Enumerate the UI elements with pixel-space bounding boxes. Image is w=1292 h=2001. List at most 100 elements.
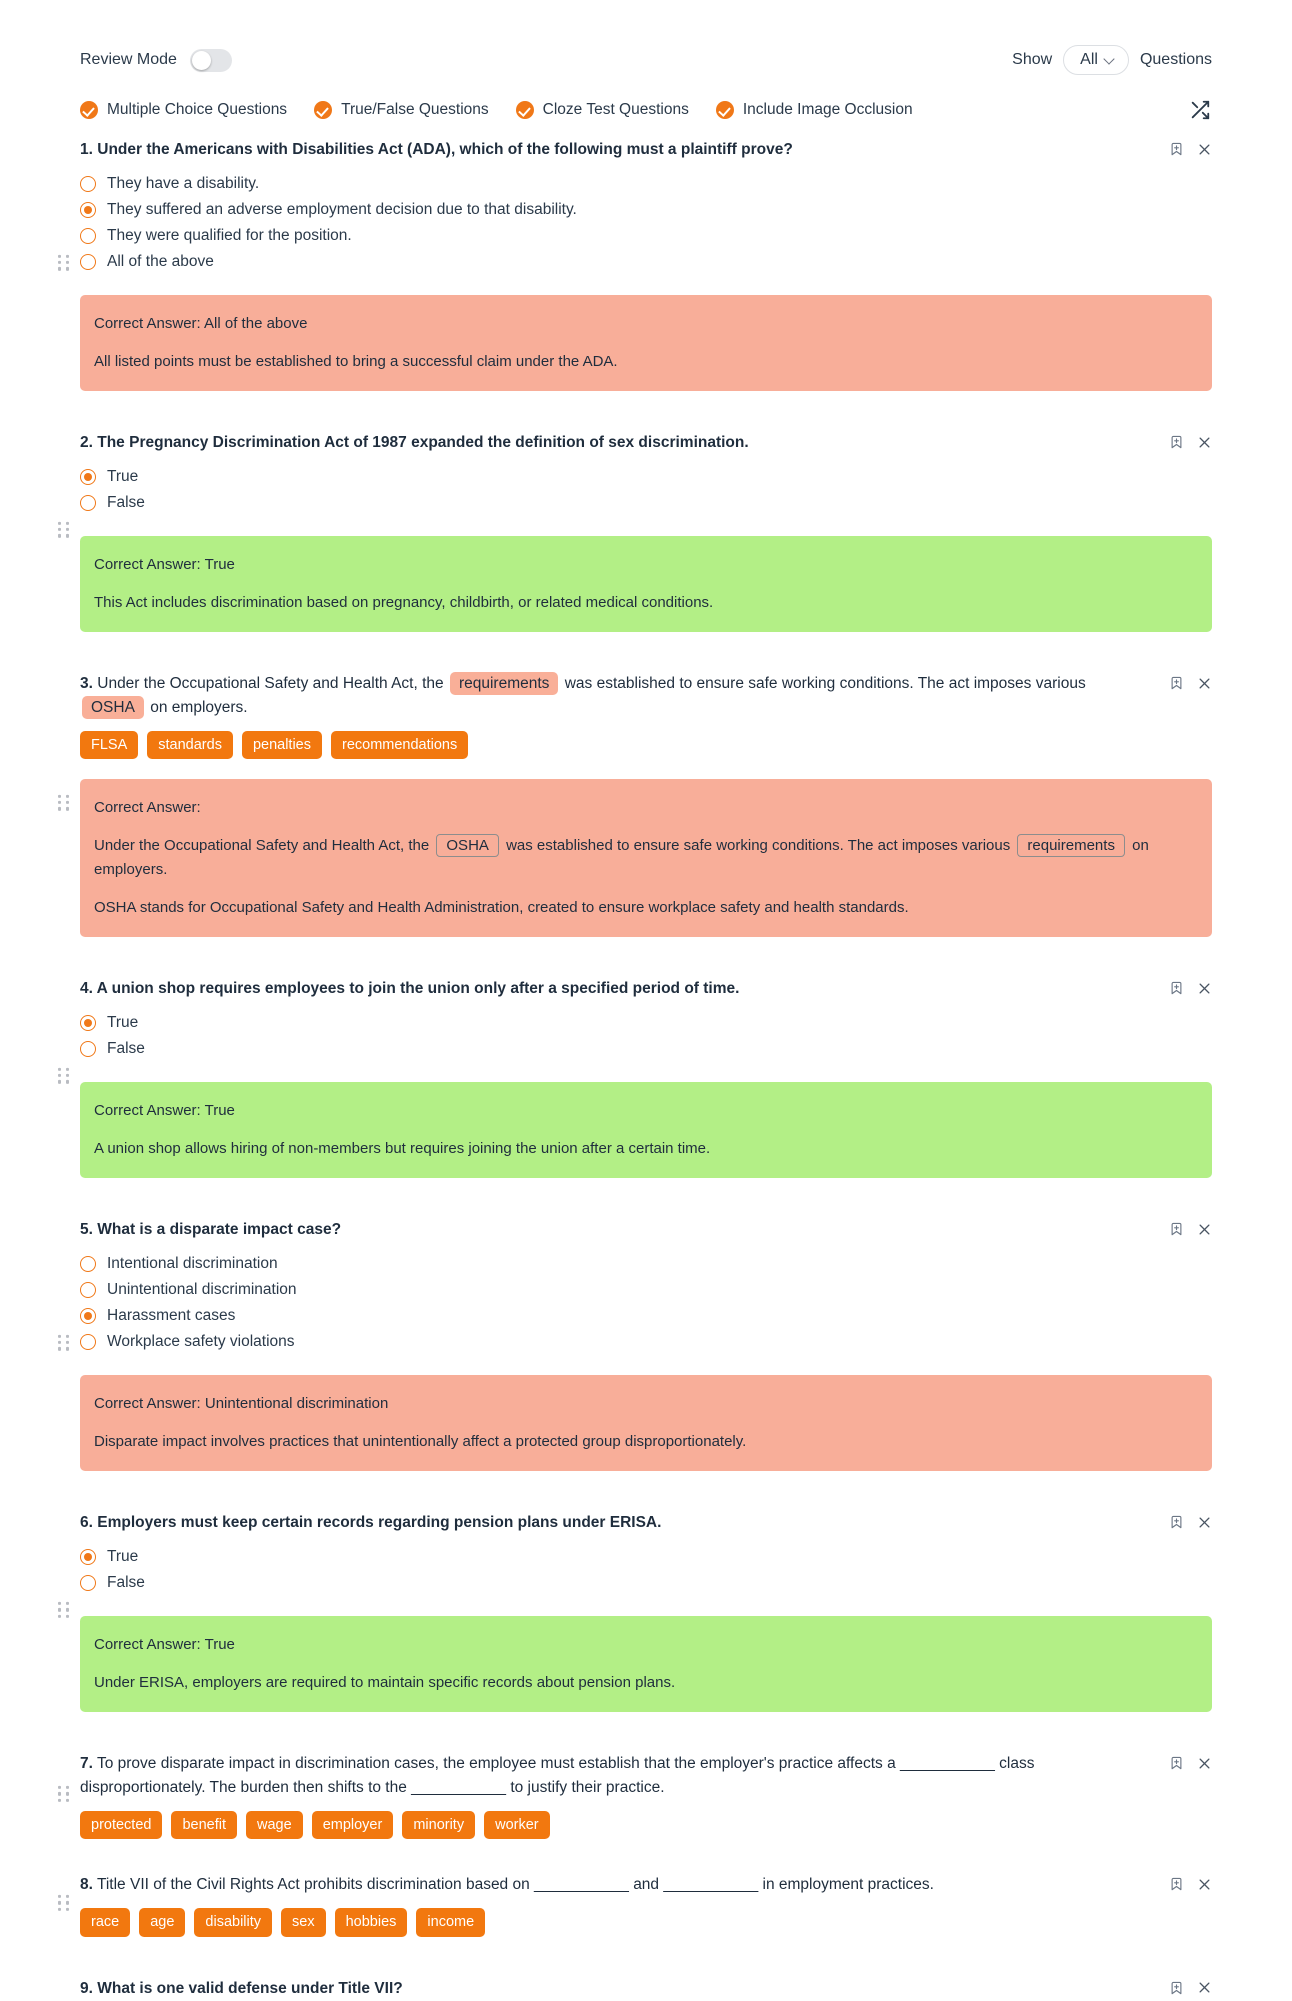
word-chip[interactable]: race: [80, 1908, 131, 1937]
radio-icon[interactable]: [80, 254, 96, 271]
option-row[interactable]: Unintentional discrimination: [80, 1277, 1212, 1303]
drag-handle-icon[interactable]: [58, 1334, 70, 1351]
option-row[interactable]: True: [80, 464, 1212, 490]
bookmark-add-icon[interactable]: [1169, 1514, 1184, 1530]
word-chip[interactable]: benefit: [171, 1811, 238, 1840]
word-chip[interactable]: penalties: [241, 731, 322, 760]
filter-image-occlusion[interactable]: Include Image Occlusion: [715, 101, 913, 119]
cloze-blank-empty[interactable]: ___________: [534, 1876, 629, 1893]
option-row[interactable]: Workplace safety violations: [80, 1329, 1212, 1355]
word-chip[interactable]: hobbies: [334, 1908, 408, 1937]
bookmark-add-icon[interactable]: [1169, 980, 1184, 996]
word-chip[interactable]: sex: [281, 1908, 326, 1937]
radio-icon[interactable]: [80, 1041, 96, 1058]
radio-icon[interactable]: [80, 1334, 96, 1351]
radio-icon-selected[interactable]: [80, 1015, 96, 1032]
radio-icon[interactable]: [80, 228, 96, 245]
cloze-blank-empty[interactable]: ___________: [411, 1779, 506, 1796]
drag-handle-icon[interactable]: [58, 254, 70, 271]
shuffle-icon[interactable]: [1188, 98, 1212, 122]
radio-icon-selected[interactable]: [80, 1308, 96, 1325]
bookmark-add-icon[interactable]: [1169, 1980, 1184, 1996]
word-chip[interactable]: FLSA: [80, 731, 139, 760]
cloze-blank-empty[interactable]: ___________: [663, 1876, 758, 1893]
quiz-page: Review Mode Show All Questions Multiple …: [0, 0, 1292, 2001]
show-questions-control: Show All Questions: [1012, 45, 1212, 75]
word-chip[interactable]: standards: [147, 731, 233, 760]
close-icon[interactable]: [1197, 1515, 1212, 1530]
radio-icon[interactable]: [80, 495, 96, 512]
filter-cloze-test[interactable]: Cloze Test Questions: [515, 101, 689, 119]
filter-true-false[interactable]: True/False Questions: [314, 101, 489, 119]
radio-icon[interactable]: [80, 1282, 96, 1299]
bookmark-add-icon[interactable]: [1169, 1876, 1184, 1892]
question-actions: [1169, 1869, 1212, 1892]
close-icon[interactable]: [1197, 1877, 1212, 1892]
word-chip[interactable]: employer: [311, 1811, 394, 1840]
review-mode-control[interactable]: Review Mode: [80, 48, 232, 72]
word-chip[interactable]: minority: [402, 1811, 476, 1840]
word-chip[interactable]: recommendations: [331, 731, 469, 760]
close-icon[interactable]: [1197, 435, 1212, 450]
bookmark-add-icon[interactable]: [1169, 675, 1184, 691]
radio-icon[interactable]: [80, 176, 96, 193]
answer-feedback-incorrect: Correct Answer: All of the above All lis…: [80, 295, 1212, 392]
bookmark-add-icon[interactable]: [1169, 1221, 1184, 1237]
question-item: 6. Employers must keep certain records r…: [58, 1507, 1212, 1713]
question-number: 5.: [80, 1221, 93, 1239]
question-body: A union shop requires employees to join …: [96, 980, 740, 998]
close-icon[interactable]: [1197, 676, 1212, 691]
close-icon[interactable]: [1197, 981, 1212, 996]
word-chip[interactable]: disability: [194, 1908, 273, 1937]
review-mode-toggle[interactable]: [189, 48, 232, 72]
option-row[interactable]: Intentional discrimination: [80, 1251, 1212, 1277]
answer-feedback-correct: Correct Answer: True Under ERISA, employ…: [80, 1616, 1212, 1713]
question-actions: [1169, 973, 1212, 996]
filter-multiple-choice[interactable]: Multiple Choice Questions: [80, 101, 287, 119]
word-chip[interactable]: worker: [484, 1811, 550, 1840]
word-chip[interactable]: protected: [80, 1811, 163, 1840]
close-icon[interactable]: [1197, 142, 1212, 157]
drag-handle-icon[interactable]: [58, 521, 70, 538]
radio-icon-selected[interactable]: [80, 202, 96, 219]
cloze-blank-filled[interactable]: OSHA: [82, 696, 144, 720]
option-row[interactable]: True: [80, 1010, 1212, 1036]
option-row[interactable]: Harassment cases: [80, 1303, 1212, 1329]
option-label: True: [107, 1548, 139, 1566]
option-row[interactable]: False: [80, 1036, 1212, 1062]
radio-icon[interactable]: [80, 1256, 96, 1273]
drag-handle-icon[interactable]: [58, 1894, 70, 1912]
option-row[interactable]: All of the above: [80, 249, 1212, 275]
drag-handle-icon[interactable]: [58, 1785, 70, 1802]
bookmark-add-icon[interactable]: [1169, 1755, 1184, 1771]
question-text: 5. What is a disparate impact case?: [80, 1214, 1151, 1242]
cloze-blank-empty[interactable]: ___________: [900, 1755, 995, 1772]
word-chip[interactable]: age: [139, 1908, 186, 1937]
option-label: False: [107, 494, 145, 512]
word-chip[interactable]: wage: [246, 1811, 303, 1840]
radio-icon-selected[interactable]: [80, 1549, 96, 1566]
option-row[interactable]: They suffered an adverse employment deci…: [80, 197, 1212, 223]
close-icon[interactable]: [1197, 1222, 1212, 1237]
word-chip[interactable]: income: [416, 1908, 486, 1937]
question-actions: [1169, 668, 1212, 691]
drag-handle-icon[interactable]: [58, 1601, 70, 1618]
option-row[interactable]: True: [80, 1544, 1212, 1570]
filter-label: Cloze Test Questions: [542, 101, 689, 118]
show-filter-select[interactable]: All: [1063, 45, 1129, 75]
option-row[interactable]: They were qualified for the position.: [80, 223, 1212, 249]
close-icon[interactable]: [1197, 1980, 1212, 1995]
option-row[interactable]: False: [80, 490, 1212, 516]
option-row[interactable]: They have a disability.: [80, 171, 1212, 197]
close-icon[interactable]: [1197, 1756, 1212, 1771]
option-row[interactable]: False: [80, 1570, 1212, 1596]
drag-handle-icon[interactable]: [58, 1067, 70, 1084]
drag-handle-icon[interactable]: [58, 794, 70, 811]
radio-icon-selected[interactable]: [80, 469, 96, 486]
answer-segment: was established to ensure safe working c…: [506, 837, 1011, 855]
radio-icon[interactable]: [80, 1575, 96, 1592]
option-label: They have a disability.: [107, 175, 260, 193]
bookmark-add-icon[interactable]: [1169, 434, 1184, 450]
bookmark-add-icon[interactable]: [1169, 141, 1184, 157]
cloze-blank-filled[interactable]: requirements: [449, 672, 559, 696]
